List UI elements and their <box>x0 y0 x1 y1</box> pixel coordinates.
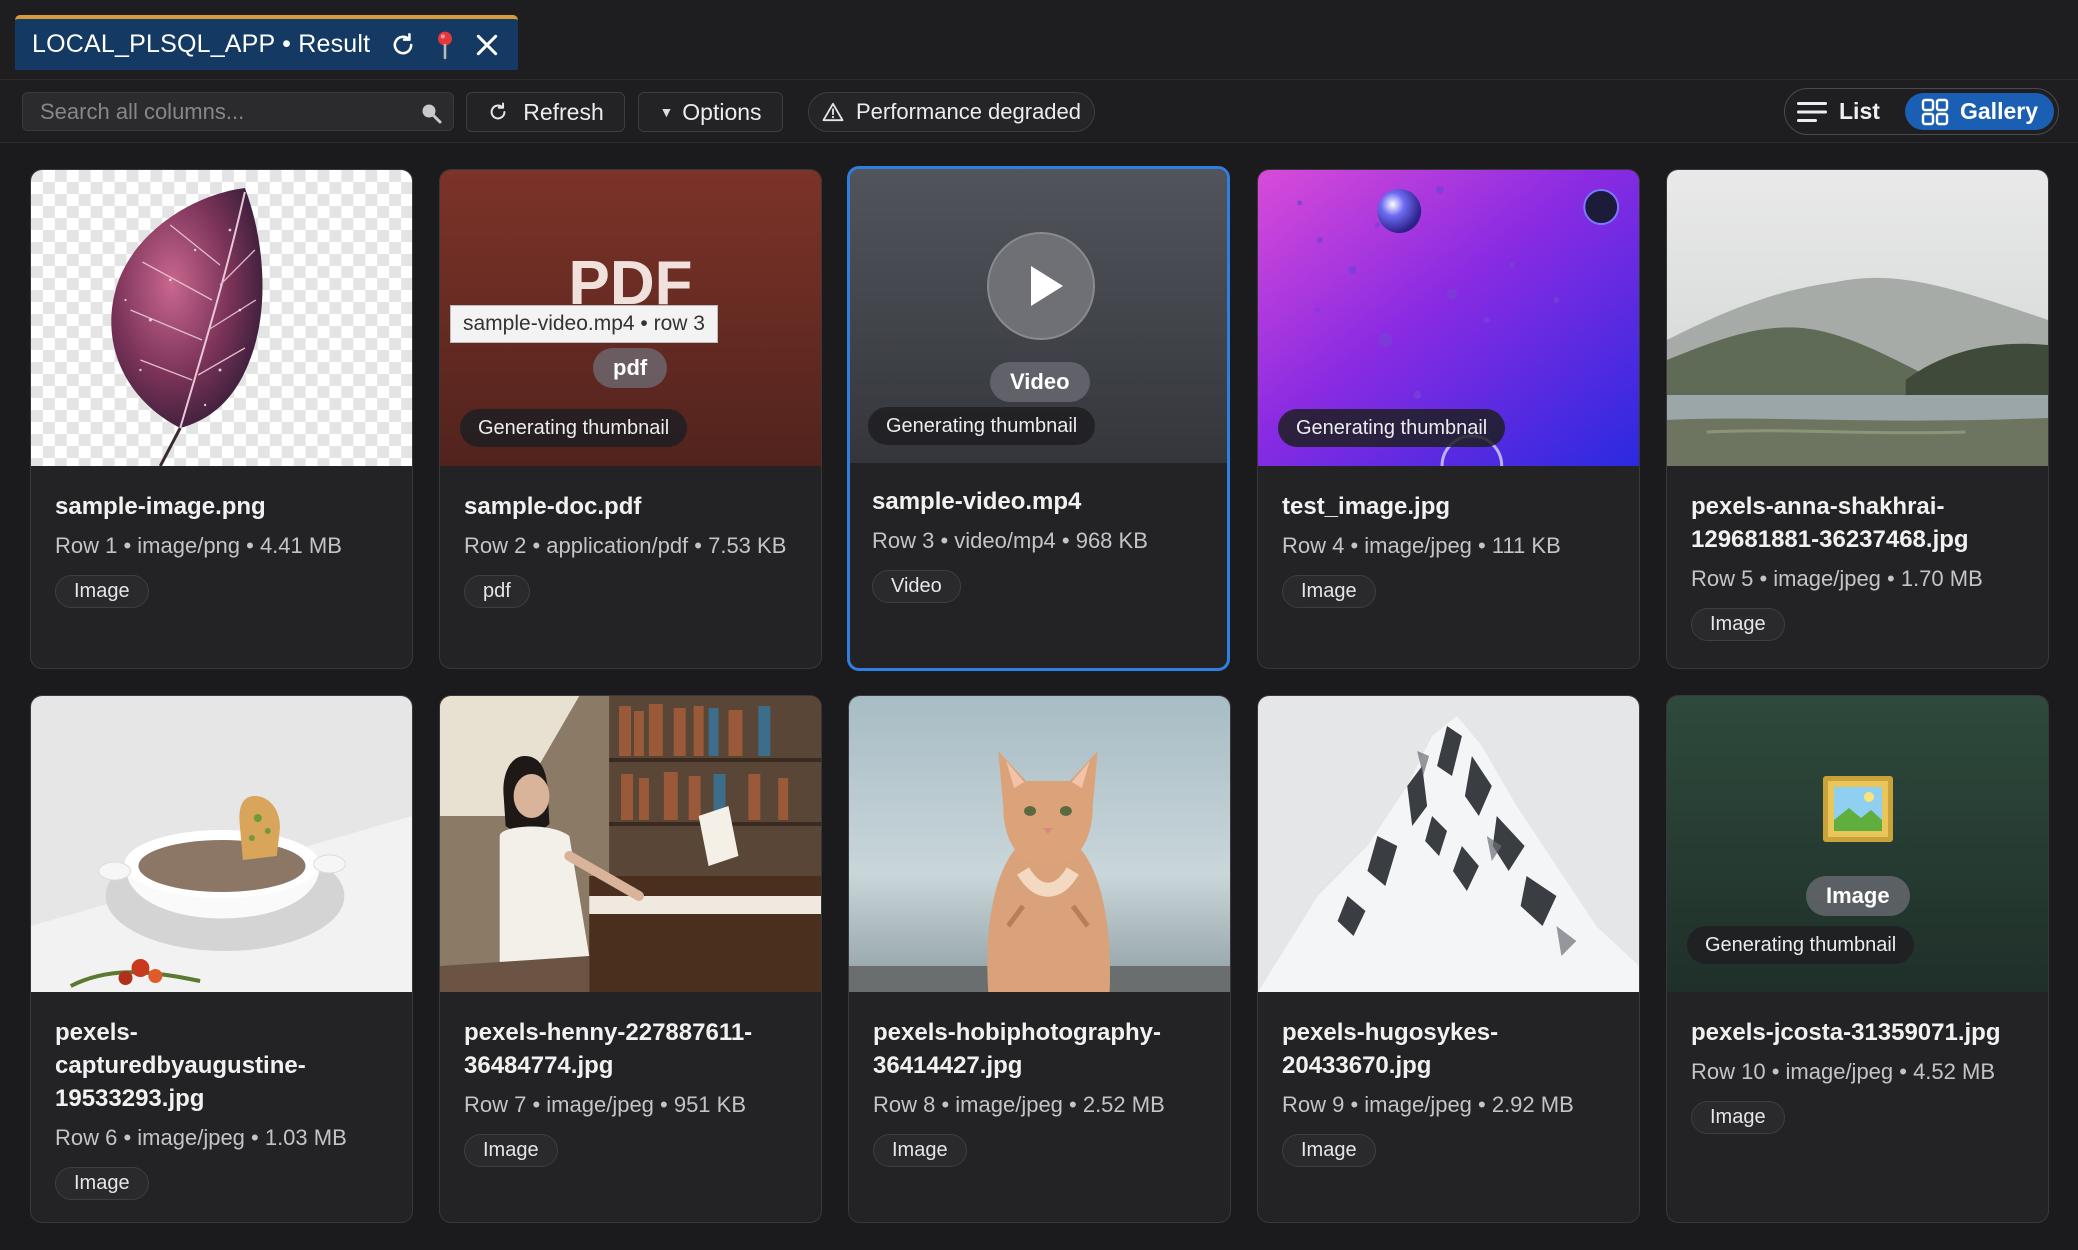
card-title: pexels-henny-227887611-36484774.jpg <box>464 1019 753 1079</box>
card-thumbnail <box>1667 170 2048 466</box>
card-meta: Row 6 • image/jpeg • 1.03 MB <box>55 1125 347 1150</box>
type-tag: Image <box>55 1167 149 1200</box>
card-thumbnail: Generating thumbnail <box>1258 170 1639 466</box>
search-input[interactable] <box>23 93 453 130</box>
options-button[interactable]: ▼ Options <box>638 92 783 132</box>
tab-title: LOCAL_PLSQL_APP • Result <box>32 30 371 58</box>
type-tag: pdf <box>464 575 530 608</box>
refresh-icon[interactable] <box>386 28 420 62</box>
gallery-view-label: Gallery <box>1960 98 2038 124</box>
card-thumbnail <box>1258 696 1639 992</box>
type-pill: Image <box>1806 876 1910 916</box>
performance-status-badge[interactable]: Performance degraded <box>808 92 1095 132</box>
card-body: pexels-capturedbyaugustine-19533293.jpg … <box>55 1016 394 1200</box>
type-pill: pdf <box>593 348 668 388</box>
card-body: sample-video.mp4 Row 3 • video/mp4 • 968… <box>872 485 1209 603</box>
card-thumbnail: Image Generating thumbnail <box>1667 696 2048 992</box>
grid-icon <box>1921 98 1949 126</box>
card-meta: Row 8 • image/jpeg • 2.52 MB <box>873 1092 1165 1117</box>
card-title: pexels-anna-shakhrai-129681881-36237468.… <box>1691 493 1969 553</box>
card-title: pexels-jcosta-31359071.jpg <box>1691 1019 2001 1046</box>
card-title: sample-doc.pdf <box>464 493 642 520</box>
result-tab[interactable]: LOCAL_PLSQL_APP • Result <box>15 15 518 70</box>
gallery-card[interactable]: pexels-hugosykes-20433670.jpg Row 9 • im… <box>1257 695 1640 1223</box>
search-icon[interactable] <box>419 101 443 130</box>
generating-thumbnail-badge: Generating thumbnail <box>1687 926 1915 964</box>
list-view-button[interactable]: List <box>1797 93 1897 130</box>
card-body: sample-doc.pdf Row 2 • application/pdf •… <box>464 490 803 608</box>
refresh-label: Refresh <box>523 98 604 125</box>
card-meta: Row 10 • image/jpeg • 4.52 MB <box>1691 1059 1996 1084</box>
type-tag: Image <box>1282 575 1376 608</box>
card-thumbnail: Video Generating thumbnail <box>850 169 1227 463</box>
pin-icon[interactable] <box>428 28 462 62</box>
card-body: pexels-hugosykes-20433670.jpg Row 9 • im… <box>1282 1016 1621 1167</box>
gallery-grid: sample-image.png Row 1 • image/png • 4.4… <box>0 143 2078 1250</box>
card-body: sample-image.png Row 1 • image/png • 4.4… <box>55 490 394 608</box>
gallery-card[interactable]: pexels-anna-shakhrai-129681881-36237468.… <box>1666 169 2049 669</box>
gallery-card-selected[interactable]: Video Generating thumbnail sample-video.… <box>847 166 1230 671</box>
search-box <box>22 92 454 131</box>
card-meta: Row 3 • video/mp4 • 968 KB <box>872 528 1148 553</box>
type-tag: Image <box>1691 608 1785 641</box>
warning-icon <box>822 102 844 122</box>
card-body: test_image.jpg Row 4 • image/jpeg • 111 … <box>1282 490 1621 608</box>
card-meta: Row 1 • image/png • 4.41 MB <box>55 533 342 558</box>
card-thumbnail <box>849 696 1230 992</box>
card-title: test_image.jpg <box>1282 493 1451 520</box>
gallery-card[interactable]: pexels-henny-227887611-36484774.jpg Row … <box>439 695 822 1223</box>
close-icon[interactable] <box>470 28 504 62</box>
type-pill: Video <box>990 362 1090 402</box>
play-button[interactable] <box>987 232 1095 340</box>
card-thumbnail <box>31 696 412 992</box>
card-meta: Row 2 • application/pdf • 7.53 KB <box>464 533 787 558</box>
list-icon <box>1797 101 1827 123</box>
hover-tooltip: sample-video.mp4 • row 3 <box>450 305 718 343</box>
view-toggle: List Gallery <box>1784 88 2059 135</box>
type-tag: Image <box>1691 1101 1785 1134</box>
card-body: pexels-anna-shakhrai-129681881-36237468.… <box>1691 490 2030 641</box>
gallery-card[interactable]: pexels-capturedbyaugustine-19533293.jpg … <box>30 695 413 1223</box>
refresh-icon <box>487 101 509 123</box>
toolbar: Refresh ▼ Options Performance degraded L… <box>0 80 2078 143</box>
gallery-card[interactable]: PDF pdf Generating thumbnail sample-doc.… <box>439 169 822 669</box>
tab-bar: LOCAL_PLSQL_APP • Result <box>0 0 2078 80</box>
caret-down-icon: ▼ <box>659 104 674 120</box>
card-meta: Row 7 • image/jpeg • 951 KB <box>464 1092 747 1117</box>
card-body: pexels-jcosta-31359071.jpg Row 10 • imag… <box>1691 1016 2030 1134</box>
gallery-card[interactable]: Generating thumbnail test_image.jpg Row … <box>1257 169 1640 669</box>
card-meta: Row 4 • image/jpeg • 111 KB <box>1282 533 1561 558</box>
gallery-card[interactable]: sample-image.png Row 1 • image/png • 4.4… <box>30 169 413 669</box>
type-tag: Image <box>1282 1134 1376 1167</box>
generating-thumbnail-badge: Generating thumbnail <box>460 409 688 447</box>
framed-picture-icon <box>1823 776 1893 842</box>
card-title: pexels-hobiphotography-36414427.jpg <box>873 1019 1161 1079</box>
options-label: Options <box>682 98 762 125</box>
gallery-card[interactable]: pexels-hobiphotography-36414427.jpg Row … <box>848 695 1231 1223</box>
card-thumbnail <box>31 170 412 466</box>
play-icon <box>1031 266 1063 306</box>
card-body: pexels-henny-227887611-36484774.jpg Row … <box>464 1016 803 1167</box>
performance-label: Performance degraded <box>855 99 1082 124</box>
card-title: sample-video.mp4 <box>872 488 1082 515</box>
gallery-view-button[interactable]: Gallery <box>1905 93 2054 130</box>
card-body: pexels-hobiphotography-36414427.jpg Row … <box>873 1016 1212 1167</box>
generating-thumbnail-badge: Generating thumbnail <box>868 407 1096 445</box>
card-title: pexels-hugosykes-20433670.jpg <box>1282 1019 1499 1079</box>
card-title: sample-image.png <box>55 493 266 520</box>
gallery-card[interactable]: Image Generating thumbnail pexels-jcosta… <box>1666 695 2049 1223</box>
type-tag: Video <box>872 570 961 603</box>
list-view-label: List <box>1839 98 1880 124</box>
card-meta: Row 5 • image/jpeg • 1.70 MB <box>1691 566 1983 591</box>
type-tag: Image <box>464 1134 558 1167</box>
card-title: pexels-capturedbyaugustine-19533293.jpg <box>55 1019 306 1112</box>
type-tag: Image <box>55 575 149 608</box>
generating-thumbnail-badge: Generating thumbnail <box>1278 409 1506 447</box>
refresh-button[interactable]: Refresh <box>466 92 625 132</box>
card-thumbnail <box>440 696 821 992</box>
type-tag: Image <box>873 1134 967 1167</box>
card-meta: Row 9 • image/jpeg • 2.92 MB <box>1282 1092 1574 1117</box>
